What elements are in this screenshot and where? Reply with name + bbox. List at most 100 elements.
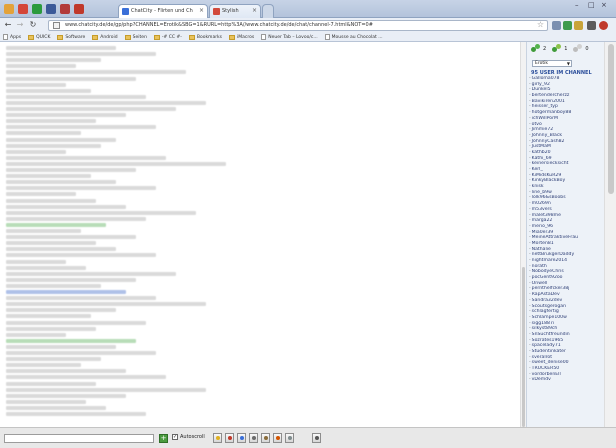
send-button[interactable]: +	[159, 434, 168, 443]
bookmarks-bar: Apps QUICK Software Android Seiten -# CC #- Bo…	[0, 33, 616, 42]
settings-icon[interactable]	[261, 433, 270, 443]
bookmark-star-icon[interactable]: ☆	[537, 21, 544, 29]
folder-icon	[153, 34, 160, 40]
autoscroll-toggle[interactable]: ✓ Autoscroll	[172, 434, 205, 440]
chat-message	[6, 161, 226, 166]
bookmark-item[interactable]: Mousse au Chocolat ...	[324, 34, 383, 40]
video-icon[interactable]	[74, 4, 84, 14]
extension-icon[interactable]	[587, 21, 596, 30]
user-name: malet398me	[531, 212, 561, 218]
stat-value: 1	[564, 45, 568, 52]
menu-icon[interactable]	[599, 21, 608, 30]
facebook-icon[interactable]	[46, 4, 56, 14]
bookmark-item[interactable]: iMacros	[229, 34, 254, 40]
mail-icon[interactable]	[60, 4, 70, 14]
chat-tools	[213, 433, 294, 443]
extension-icon[interactable]	[574, 21, 583, 30]
chat-message	[6, 216, 146, 221]
bookmark-item[interactable]: -# CC #-	[153, 34, 182, 40]
close-tab-icon[interactable]: ×	[252, 5, 257, 17]
chat-message	[6, 155, 166, 160]
autoscroll-checkbox[interactable]: ✓	[172, 434, 178, 440]
user-name: Scoutsgerogan	[531, 303, 567, 309]
user-name: knisk	[531, 184, 544, 190]
users-other-icon	[573, 44, 583, 53]
list-bullet: -	[529, 258, 531, 263]
autoscroll-label: Autoscroll	[180, 434, 205, 440]
exit-icon[interactable]	[312, 433, 321, 443]
reload-icon[interactable]: ↻	[28, 20, 38, 30]
gmail-icon[interactable]	[18, 4, 28, 14]
sidebar-scroll-thumb[interactable]	[608, 44, 614, 194]
color-icon[interactable]	[225, 433, 234, 443]
user-name: m53vers	[531, 206, 552, 212]
channel-select[interactable]: Erotik ▼	[532, 60, 572, 67]
minimize-icon[interactable]: –	[575, 1, 579, 9]
user-name: Nathalie	[531, 246, 551, 252]
user-name: m0269n	[531, 201, 551, 207]
smiley-icon[interactable]	[213, 433, 222, 443]
profile-icon[interactable]	[273, 433, 282, 443]
chat-message	[6, 320, 146, 325]
chatcity-favicon-icon	[122, 8, 129, 15]
chat-message	[6, 308, 116, 313]
user-name: NobodyeChris	[531, 269, 564, 275]
back-icon[interactable]: ←	[3, 20, 13, 30]
list-bullet: -	[529, 138, 531, 144]
user-name: pernthelfcker38j	[531, 286, 570, 292]
message-input[interactable]	[4, 434, 154, 443]
list-bullet: -	[529, 337, 531, 343]
bookmark-item[interactable]: Android	[92, 34, 118, 40]
chat-message	[6, 192, 76, 197]
bookmark-item[interactable]: QUICK	[28, 34, 50, 40]
address-bar[interactable]: www.chatcity.de/de/gp/php?CHANNEL=Erotik…	[48, 20, 548, 31]
list-bullet: -	[529, 178, 531, 184]
user-name: lolk96&sBoobs	[531, 195, 566, 201]
forward-icon[interactable]: →	[15, 20, 25, 30]
user-list-item[interactable]: -vDemdv	[529, 377, 604, 383]
bookmark-label: Apps	[10, 34, 22, 40]
user-name: Bavikiren2001	[531, 98, 565, 104]
chat-message	[6, 204, 126, 209]
chat-message	[6, 58, 101, 63]
chat-message	[6, 52, 156, 57]
list-bullet: -	[529, 127, 531, 133]
chat-scroll-thumb[interactable]	[522, 267, 525, 427]
sound-icon[interactable]	[237, 433, 246, 443]
bookmark-item[interactable]: Software	[57, 34, 85, 40]
chat-message	[6, 88, 91, 93]
extension-icon[interactable]	[552, 21, 561, 30]
bookmark-item[interactable]: Apps	[3, 34, 21, 40]
bookmark-label: Neuer Tab – Lovoo/c...	[268, 34, 318, 40]
user-name: Kerl_	[531, 167, 543, 172]
chevron-down-icon: ▼	[566, 61, 570, 66]
chat-message	[6, 125, 156, 130]
sidebar-scrollbar[interactable]	[604, 42, 616, 427]
messenger-icon[interactable]	[32, 4, 42, 14]
bookmark-item[interactable]: Neuer Tab – Lovoo/c...	[261, 34, 318, 40]
tab-stylish[interactable]: Stylish ×	[209, 4, 261, 18]
tab-label: ChatCity - Flirten und Ch	[131, 8, 193, 14]
folder-icon	[229, 34, 236, 40]
private-message-icon[interactable]	[249, 433, 258, 443]
user-name: nightmare2014	[531, 258, 568, 263]
user-name: Sozrates1965	[531, 337, 564, 343]
user-name: Studentinkater	[531, 349, 566, 354]
users-away-icon	[552, 44, 562, 53]
bookmark-icon[interactable]	[4, 4, 14, 14]
tab-chatcity[interactable]: ChatCity - Flirten und Ch ×	[118, 4, 208, 18]
close-tab-icon[interactable]: ×	[199, 5, 204, 17]
bookmark-item[interactable]: Seiten	[124, 34, 147, 40]
user-name: sweet_denise00	[531, 360, 569, 366]
bookmark-item[interactable]: Bookmarks	[188, 34, 222, 40]
bookmark-label: Android	[100, 34, 118, 40]
extension-icon[interactable]	[563, 21, 572, 30]
chat-message	[6, 387, 206, 392]
list-bullet: -	[529, 155, 531, 161]
user-stats: 2 1 0	[531, 44, 589, 53]
new-tab-button[interactable]	[262, 4, 274, 18]
help-icon[interactable]	[285, 433, 294, 443]
close-window-icon[interactable]: ×	[601, 1, 607, 9]
maximize-icon[interactable]: □	[588, 1, 595, 9]
list-bullet: -	[529, 104, 531, 110]
